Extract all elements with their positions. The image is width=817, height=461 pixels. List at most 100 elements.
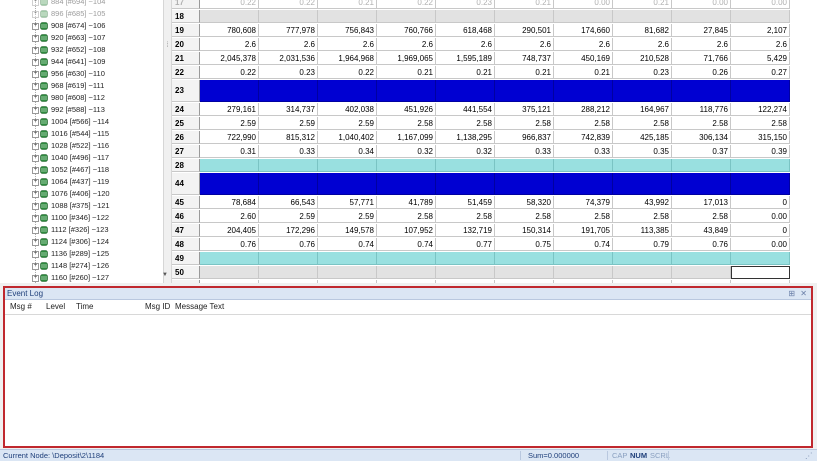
- grid-cell[interactable]: 314,737: [259, 103, 318, 116]
- row-header[interactable]: 50: [172, 266, 200, 279]
- grid-cell[interactable]: 0.34: [318, 145, 377, 158]
- grid-cell[interactable]: 2.59: [200, 117, 259, 130]
- row-header[interactable]: 23: [172, 80, 200, 102]
- tree-item[interactable]: +1004 [#566] ~114: [0, 116, 160, 128]
- grid-cell[interactable]: 618,468: [436, 24, 495, 37]
- tree-item[interactable]: +1100 [#346] ~122: [0, 212, 160, 224]
- grid-cell[interactable]: 756,843: [318, 24, 377, 37]
- grid-cell[interactable]: 66,543: [259, 196, 318, 209]
- row-header[interactable]: 18: [172, 10, 200, 23]
- col-msg-id[interactable]: Msg ID: [145, 300, 170, 314]
- row-header[interactable]: 19: [172, 24, 200, 37]
- grid-cell[interactable]: 51,459: [436, 196, 495, 209]
- grid-cell[interactable]: 2.58: [672, 117, 731, 130]
- grid-cell[interactable]: 2.58: [377, 117, 436, 130]
- grid-cell[interactable]: 2.58: [554, 117, 613, 130]
- tree-item[interactable]: +1148 [#274] ~126: [0, 260, 160, 272]
- tree-item[interactable]: +896 [#685] ~105: [0, 8, 160, 20]
- grid-cell[interactable]: 315,150: [731, 131, 790, 144]
- expand-icon[interactable]: +: [32, 83, 39, 90]
- grid-cell[interactable]: 0.33: [259, 145, 318, 158]
- grid-cell[interactable]: 2.6: [554, 38, 613, 51]
- tree-item[interactable]: +1052 [#467] ~118: [0, 164, 160, 176]
- grid-cell[interactable]: 760,766: [377, 24, 436, 37]
- grid-cell[interactable]: 0.37: [672, 145, 731, 158]
- grid-cell[interactable]: 777,978: [259, 24, 318, 37]
- expand-icon[interactable]: +: [32, 203, 39, 210]
- grid-cell[interactable]: 0.74: [554, 238, 613, 251]
- grid-cell[interactable]: 1,964,968: [318, 52, 377, 65]
- grid-cell[interactable]: [495, 252, 554, 265]
- expand-icon[interactable]: +: [32, 263, 39, 270]
- row-header[interactable]: 25: [172, 117, 200, 130]
- grid-cell[interactable]: [731, 10, 790, 23]
- grid-cell[interactable]: [672, 10, 731, 23]
- grid-cell[interactable]: [554, 10, 613, 23]
- grid-cell[interactable]: 288,212: [554, 103, 613, 116]
- grid-cell[interactable]: 1,138,295: [436, 131, 495, 144]
- grid-cell[interactable]: [200, 266, 259, 279]
- resize-grip-icon[interactable]: ⋰: [805, 450, 813, 461]
- grid-cell[interactable]: 2.6: [731, 38, 790, 51]
- grid-cell[interactable]: 2.58: [613, 210, 672, 223]
- grid-cell[interactable]: [259, 173, 318, 195]
- grid-cell[interactable]: 0: [731, 224, 790, 237]
- grid-cell[interactable]: 2.6: [672, 38, 731, 51]
- grid-cell[interactable]: 0.32: [436, 145, 495, 158]
- selected-cell[interactable]: [731, 266, 790, 279]
- grid-cell[interactable]: 2.58: [731, 117, 790, 130]
- data-grid[interactable]: 17 0.22 0.22 0.21 0.22 0.23 0.21 0.00 0.21 0.00 0.…: [172, 0, 817, 283]
- grid-cell[interactable]: [259, 266, 318, 279]
- grid-cell[interactable]: 0.23: [613, 66, 672, 79]
- grid-cell[interactable]: 0.21: [495, 0, 554, 9]
- tree-item[interactable]: +944 [#641] ~109: [0, 56, 160, 68]
- grid-cell[interactable]: 43,992: [613, 196, 672, 209]
- grid-cell[interactable]: 2,031,536: [259, 52, 318, 65]
- tree-item[interactable]: +884 [#694] ~104: [0, 0, 160, 8]
- grid-cell[interactable]: 81,682: [613, 24, 672, 37]
- tree-item[interactable]: +968 [#619] ~111: [0, 80, 160, 92]
- grid-cell[interactable]: [731, 80, 790, 102]
- grid-cell[interactable]: 2.59: [318, 117, 377, 130]
- row-header[interactable]: 24: [172, 103, 200, 116]
- grid-cell[interactable]: 2.59: [318, 210, 377, 223]
- grid-cell[interactable]: [259, 10, 318, 23]
- grid-cell[interactable]: 149,578: [318, 224, 377, 237]
- grid-cell[interactable]: 0: [731, 196, 790, 209]
- grid-cell[interactable]: 0.00: [731, 0, 790, 9]
- grid-cell[interactable]: 17,013: [672, 196, 731, 209]
- grid-cell[interactable]: [613, 10, 672, 23]
- grid-cell[interactable]: 450,169: [554, 52, 613, 65]
- grid-cell[interactable]: [377, 80, 436, 102]
- row-header[interactable]: 48: [172, 238, 200, 251]
- col-time[interactable]: Time: [76, 300, 93, 314]
- grid-cell[interactable]: 0.35: [613, 145, 672, 158]
- grid-cell[interactable]: 966,837: [495, 131, 554, 144]
- grid-cell[interactable]: 2.58: [672, 210, 731, 223]
- grid-cell[interactable]: 290,501: [495, 24, 554, 37]
- grid-cell[interactable]: 2.58: [377, 210, 436, 223]
- grid-cell[interactable]: [377, 266, 436, 279]
- grid-cell[interactable]: 132,719: [436, 224, 495, 237]
- grid-cell[interactable]: 210,528: [613, 52, 672, 65]
- grid-cell[interactable]: 0.23: [436, 0, 495, 9]
- grid-cell[interactable]: 1,595,189: [436, 52, 495, 65]
- grid-cell[interactable]: [200, 252, 259, 265]
- grid-cell[interactable]: 0.75: [495, 238, 554, 251]
- grid-cell[interactable]: 375,121: [495, 103, 554, 116]
- grid-cell[interactable]: [318, 266, 377, 279]
- grid-cell[interactable]: 0.21: [554, 66, 613, 79]
- grid-cell[interactable]: [613, 252, 672, 265]
- grid-cell[interactable]: [436, 80, 495, 102]
- grid-cell[interactable]: 425,185: [613, 131, 672, 144]
- grid-cell[interactable]: 0.77: [436, 238, 495, 251]
- expand-icon[interactable]: +: [32, 59, 39, 66]
- col-level[interactable]: Level: [46, 300, 65, 314]
- row-header[interactable]: 49: [172, 252, 200, 265]
- grid-cell[interactable]: 0: [436, 280, 495, 283]
- expand-icon[interactable]: +: [32, 251, 39, 258]
- grid-cell[interactable]: [377, 252, 436, 265]
- grid-cell[interactable]: [613, 159, 672, 172]
- grid-cell[interactable]: 0: [200, 280, 259, 283]
- grid-cell[interactable]: 2.6: [200, 38, 259, 51]
